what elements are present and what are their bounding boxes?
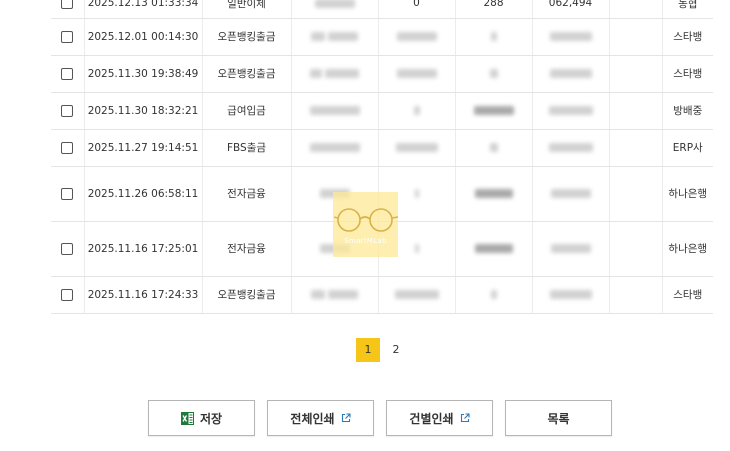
redacted-cell — [531, 166, 609, 222]
type-cell: 전자금융 — [201, 221, 291, 277]
type-cell: 급여입금 — [201, 92, 291, 130]
type-cell: 오픈뱅킹출금 — [201, 18, 291, 56]
redacted-cell — [531, 92, 609, 130]
external-link-icon — [460, 413, 470, 423]
redacted-cell — [454, 276, 532, 314]
bank-cell: 방배중 — [661, 92, 713, 130]
print-each-button-label: 건별인쇄 — [409, 411, 454, 426]
redacted-cell — [377, 55, 455, 93]
redacted-cell — [290, 92, 378, 130]
row-checkbox[interactable] — [61, 104, 74, 117]
date-cell: 2025.11.30 18:32:21 — [83, 92, 202, 130]
page-1-button[interactable]: 1 — [356, 338, 380, 362]
amount-cell: 288 — [454, 0, 532, 19]
redacted-cell — [454, 129, 532, 167]
redacted-cell — [454, 18, 532, 56]
page-2-button[interactable]: 2 — [384, 338, 408, 362]
redacted-cell — [290, 55, 378, 93]
table-row[interactable]: 2025.12.01 00:14:30 오픈뱅킹출금 스타뱅 — [51, 18, 713, 56]
print-each-button[interactable]: 건별인쇄 — [386, 400, 493, 436]
date-cell: 2025.11.26 06:58:11 — [83, 166, 202, 222]
bank-cell: ERP사 — [661, 129, 713, 167]
type-cell: 일반이체 — [201, 0, 291, 19]
watermark-logo: SmartMLab — [333, 192, 398, 257]
date-cell: 2025.11.16 17:24:33 — [83, 276, 202, 314]
date-cell: 2025.12.13 01:33:34 — [83, 0, 202, 19]
row-checkbox[interactable] — [61, 0, 74, 10]
external-link-icon — [341, 413, 351, 423]
glasses-icon — [333, 207, 398, 232]
excel-icon — [180, 411, 194, 425]
date-cell: 2025.11.16 17:25:01 — [83, 221, 202, 277]
amount-cell: 0 — [377, 0, 455, 19]
redacted-cell — [531, 55, 609, 93]
bank-cell: 스타뱅 — [661, 55, 713, 93]
table-row[interactable]: 2025.11.16 17:24:33 오픈뱅킹출금 스타뱅 — [51, 276, 713, 314]
row-checkbox[interactable] — [61, 30, 74, 43]
date-cell: 2025.12.01 00:14:30 — [83, 18, 202, 56]
redacted-cell — [454, 166, 532, 222]
row-checkbox[interactable] — [61, 288, 74, 301]
redacted-cell — [531, 129, 609, 167]
redacted-cell — [531, 221, 609, 277]
watermark-text: SmartMLab — [344, 236, 387, 245]
bank-cell: 스타뱅 — [661, 276, 713, 314]
row-checkbox[interactable] — [61, 141, 74, 154]
save-button[interactable]: 저장 — [148, 400, 255, 436]
type-cell: 전자금융 — [201, 166, 291, 222]
redacted-cell — [377, 92, 455, 130]
transaction-table: 2025.12.13 01:33:34 일반이체 0 288 062,494 농… — [51, 0, 713, 315]
redacted-cell — [531, 276, 609, 314]
redacted-cell — [454, 221, 532, 277]
table-row[interactable]: 2025.11.30 18:32:21 급여입금 방배중 — [51, 92, 713, 130]
bank-cell: 하나은행 — [661, 221, 713, 277]
type-cell: 오픈뱅킹출금 — [201, 55, 291, 93]
row-checkbox[interactable] — [61, 187, 74, 200]
pagination: 1 2 — [0, 338, 730, 364]
redacted-cell — [454, 55, 532, 93]
redacted-cell — [531, 18, 609, 56]
redacted-cell — [454, 92, 532, 130]
save-button-label: 저장 — [199, 411, 223, 426]
list-button[interactable]: 목록 — [505, 400, 612, 436]
table-row[interactable]: 2025.11.27 19:14:51 FBS출금 ERP사 — [51, 129, 713, 167]
table-row[interactable]: 2025.12.13 01:33:34 일반이체 0 288 062,494 농… — [51, 0, 713, 19]
table-row[interactable]: 2025.11.30 19:38:49 오픈뱅킹출금 스타뱅 — [51, 55, 713, 93]
type-cell: FBS출금 — [201, 129, 291, 167]
row-checkbox[interactable] — [61, 67, 74, 80]
redacted-cell — [377, 129, 455, 167]
balance-cell: 062,494 — [531, 0, 609, 19]
print-all-button[interactable]: 전체인쇄 — [267, 400, 374, 436]
redacted-cell — [290, 276, 378, 314]
print-all-button-label: 전체인쇄 — [290, 411, 335, 426]
redacted-cell — [290, 129, 378, 167]
bank-cell: 하나은행 — [661, 166, 713, 222]
bank-cell: 농협 — [661, 0, 713, 19]
redacted-cell — [377, 18, 455, 56]
date-cell: 2025.11.27 19:14:51 — [83, 129, 202, 167]
bank-cell: 스타뱅 — [661, 18, 713, 56]
type-cell: 오픈뱅킹출금 — [201, 276, 291, 314]
date-cell: 2025.11.30 19:38:49 — [83, 55, 202, 93]
redacted-cell — [377, 276, 455, 314]
list-button-label: 목록 — [547, 411, 570, 426]
row-checkbox[interactable] — [61, 242, 74, 255]
redacted-cell — [290, 18, 378, 56]
